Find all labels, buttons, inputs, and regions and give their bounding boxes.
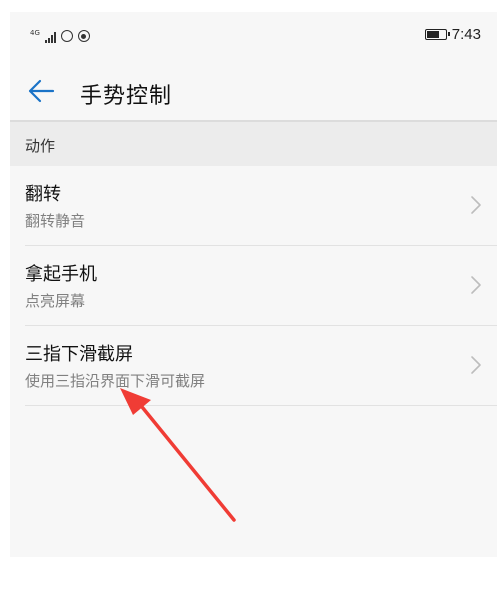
status-time: 7:43 — [451, 26, 481, 43]
item-title: 三指下滑截屏 — [25, 344, 133, 365]
chevron-right-icon — [471, 276, 481, 294]
notification-icon — [77, 30, 90, 42]
section-label: 动作 — [25, 137, 56, 155]
item-title: 拿起手机 — [25, 264, 97, 285]
item-subtitle: 使用三指沿界面下滑可截屏 — [25, 372, 206, 390]
settings-screen: 4G 7:43 手势控制 动作 翻转 翻转静音 拿起手机 点亮屏幕 三指下滑截屏… — [10, 12, 497, 557]
page-title: 手势控制 — [80, 84, 173, 109]
signal-icon — [44, 32, 56, 43]
battery-icon — [424, 29, 450, 40]
item-divider — [25, 405, 497, 406]
chevron-right-icon — [471, 196, 481, 214]
arrow-left-icon[interactable] — [26, 76, 56, 106]
item-subtitle: 点亮屏幕 — [25, 292, 86, 310]
title-bar: 手势控制 — [10, 68, 497, 120]
network-type-label: 4G — [30, 29, 40, 37]
chevron-right-icon — [471, 356, 481, 374]
item-title: 翻转 — [25, 184, 61, 205]
sync-circle-icon — [60, 30, 73, 42]
list-item-pickup[interactable]: 拿起手机 点亮屏幕 — [10, 246, 497, 326]
item-subtitle: 翻转静音 — [25, 212, 86, 230]
status-bar: 4G 7:43 — [10, 12, 497, 56]
status-left-icons: 4G — [30, 27, 90, 43]
list-item-flip[interactable]: 翻转 翻转静音 — [10, 166, 497, 246]
status-right-icons: 7:43 — [424, 26, 481, 43]
section-header: 动作 — [10, 122, 497, 166]
gesture-list: 翻转 翻转静音 拿起手机 点亮屏幕 三指下滑截屏 使用三指沿界面下滑可截屏 — [10, 166, 497, 406]
list-item-three-finger-screenshot[interactable]: 三指下滑截屏 使用三指沿界面下滑可截屏 — [10, 326, 497, 406]
